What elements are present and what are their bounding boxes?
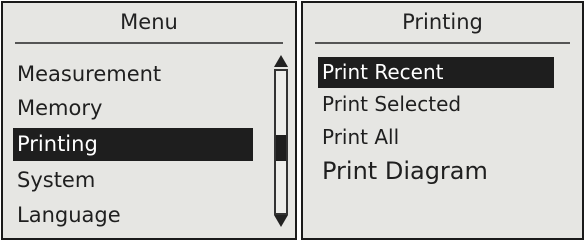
main-menu-screen: Menu Measurement Memory Printing System … bbox=[1, 1, 297, 240]
menu-title: Menu bbox=[120, 10, 178, 34]
scroll-up-icon[interactable] bbox=[274, 55, 288, 67]
menu-item-language[interactable]: Language bbox=[13, 199, 253, 232]
printing-title: Printing bbox=[402, 10, 483, 34]
scroll-track[interactable] bbox=[274, 69, 288, 215]
menu-item-print-recent[interactable]: Print Recent bbox=[318, 57, 554, 88]
menu-scrollbar[interactable] bbox=[271, 55, 291, 227]
title-divider bbox=[315, 42, 570, 44]
menu-item-printing[interactable]: Printing bbox=[13, 128, 253, 161]
menu-item-system[interactable]: System bbox=[13, 164, 253, 197]
scroll-down-icon[interactable] bbox=[274, 215, 288, 227]
menu-item-memory[interactable]: Memory bbox=[13, 92, 253, 125]
title-divider bbox=[15, 42, 283, 44]
menu-item-print-all[interactable]: Print All bbox=[318, 122, 554, 153]
menu-item-print-selected[interactable]: Print Selected bbox=[318, 89, 554, 120]
scroll-thumb[interactable] bbox=[276, 135, 286, 161]
printing-menu-screen: Printing Print Recent Print Selected Pri… bbox=[301, 1, 584, 240]
menu-item-measurement[interactable]: Measurement bbox=[13, 58, 253, 91]
menu-item-print-diagram[interactable]: Print Diagram bbox=[318, 156, 554, 187]
